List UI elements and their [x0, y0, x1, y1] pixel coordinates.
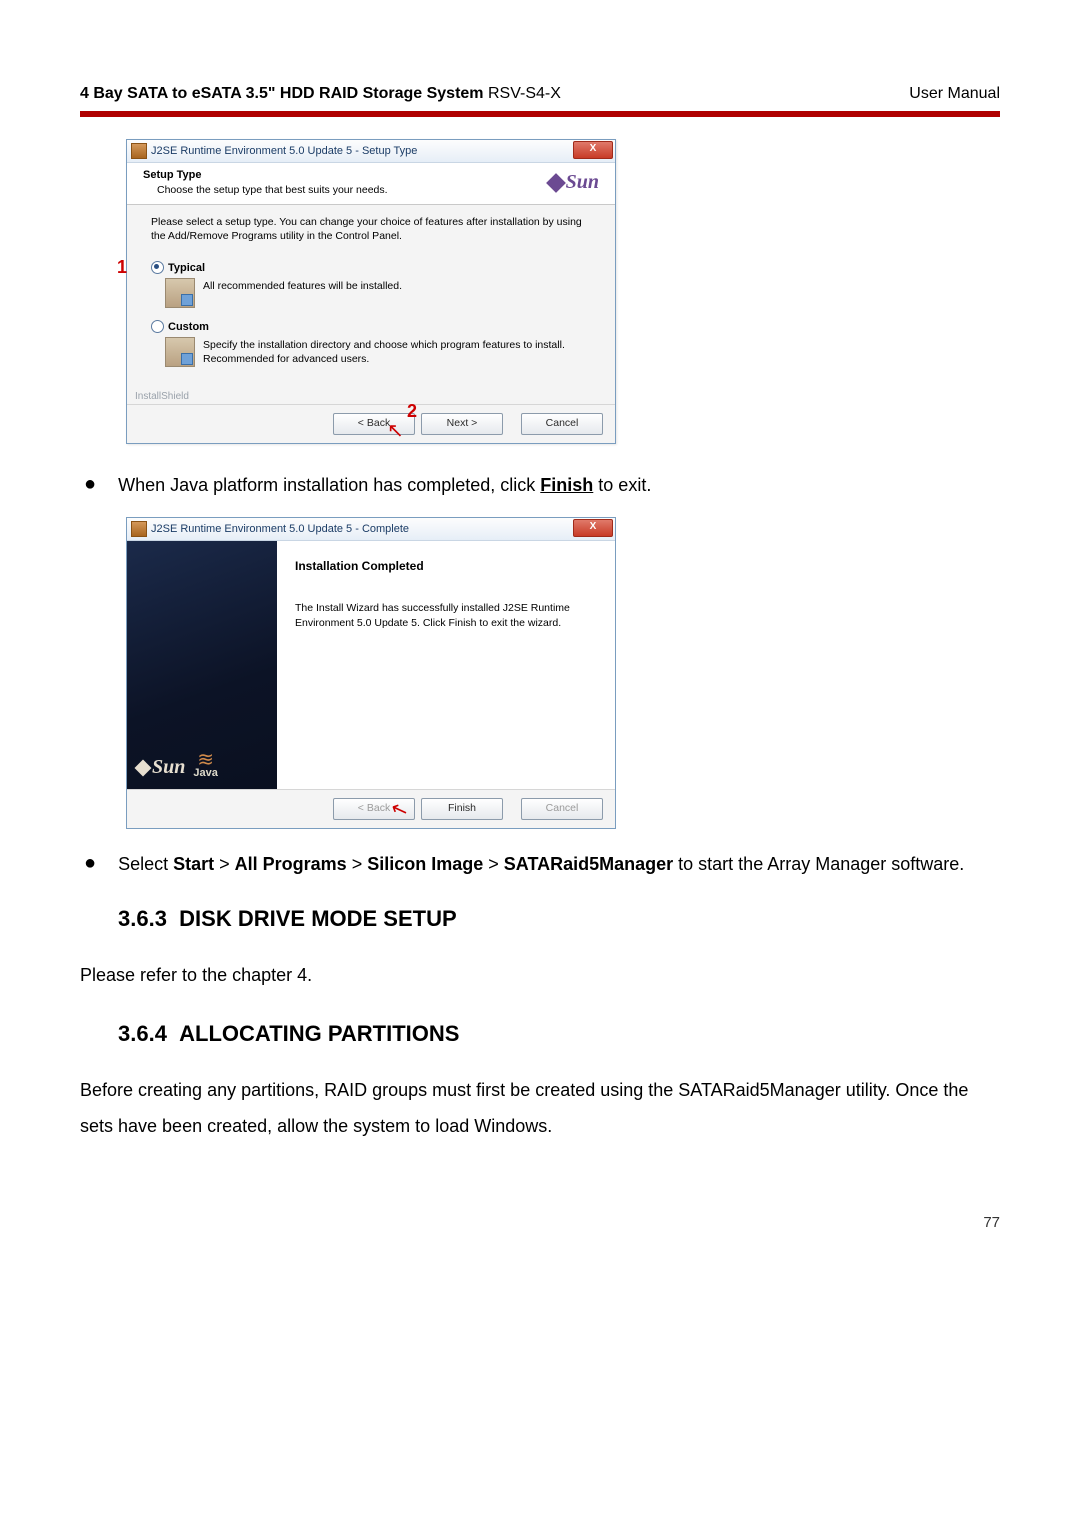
section-364-para: Before creating any partitions, RAID gro…: [80, 1073, 1000, 1143]
setup-type-heading: Setup Type: [143, 169, 201, 181]
installation-completed-text: The Install Wizard has successfully inst…: [295, 601, 597, 629]
installshield-label: InstallShield: [127, 391, 615, 404]
radio-custom[interactable]: [151, 320, 164, 333]
annotation-marker-2: 2: [407, 401, 417, 422]
header-model: RSV-S4-X: [484, 85, 561, 102]
radio-typical[interactable]: [151, 261, 164, 274]
back-button: < Back: [333, 798, 415, 820]
installer-icon: [131, 521, 147, 537]
bullet-icon: ●: [84, 472, 96, 499]
dialog-title: J2SE Runtime Environment 5.0 Update 5 - …: [151, 145, 417, 157]
section-363-heading: 3.6.3 DISK DRIVE MODE SETUP: [118, 906, 1000, 932]
dialog-footer: < Back Next > Cancel ↖ 2: [127, 404, 615, 443]
annotation-marker-1: 1: [117, 257, 127, 278]
cancel-button[interactable]: Cancel: [521, 413, 603, 435]
cancel-button: Cancel: [521, 798, 603, 820]
close-button[interactable]: X: [573, 519, 613, 537]
setup-type-subheading: Choose the setup type that best suits yo…: [157, 184, 388, 196]
close-button[interactable]: X: [573, 141, 613, 159]
header-product: 4 Bay SATA to eSATA 3.5" HDD RAID Storag…: [80, 85, 484, 102]
titlebar: J2SE Runtime Environment 5.0 Update 5 - …: [127, 140, 615, 163]
next-button[interactable]: Next >: [421, 413, 503, 435]
sun-diamond-icon: [135, 759, 152, 776]
titlebar: J2SE Runtime Environment 5.0 Update 5 - …: [127, 518, 615, 541]
header-doc-type: User Manual: [909, 85, 1000, 103]
radio-custom-label: Custom: [168, 321, 209, 333]
page-number: 77: [80, 1214, 1000, 1231]
bullet-finish: ● When Java platform installation has co…: [84, 472, 1000, 499]
dialog-title: J2SE Runtime Environment 5.0 Update 5 - …: [151, 523, 409, 535]
header-title: 4 Bay SATA to eSATA 3.5" HDD RAID Storag…: [80, 85, 561, 103]
finish-keyword: Finish: [540, 475, 593, 495]
setup-instruction: Please select a setup type. You can chan…: [151, 215, 591, 243]
sun-logo: Sun: [137, 756, 185, 779]
page-header: 4 Bay SATA to eSATA 3.5" HDD RAID Storag…: [80, 85, 1000, 103]
package-icon: [165, 278, 195, 308]
sun-logo: Sun: [549, 171, 599, 194]
radio-typical-label: Typical: [168, 262, 205, 274]
finish-button[interactable]: Finish: [421, 798, 503, 820]
custom-description: Specify the installation directory and c…: [203, 337, 591, 366]
installer-icon: [131, 143, 147, 159]
setup-type-dialog: J2SE Runtime Environment 5.0 Update 5 - …: [126, 139, 616, 444]
dialog-header: Setup Type Choose the setup type that be…: [127, 163, 615, 205]
section-363-para: Please refer to the chapter 4.: [80, 958, 1000, 993]
installation-completed-heading: Installation Completed: [295, 559, 597, 573]
back-button[interactable]: < Back: [333, 413, 415, 435]
typical-description: All recommended features will be install…: [203, 278, 402, 294]
sun-diamond-icon: [546, 173, 566, 193]
section-364-heading: 3.6.4 ALLOCATING PARTITIONS: [118, 1021, 1000, 1047]
complete-dialog: J2SE Runtime Environment 5.0 Update 5 - …: [126, 517, 616, 829]
java-cup-icon: ≋: [193, 753, 217, 767]
java-logo: ≋ Java: [193, 753, 217, 779]
package-icon: [165, 337, 195, 367]
header-divider: [80, 111, 1000, 117]
bullet-start-path: ● Select Start > All Programs > Silicon …: [84, 851, 1000, 878]
bullet-icon: ●: [84, 851, 96, 878]
dialog-side-graphic: Sun ≋ Java: [127, 541, 277, 789]
